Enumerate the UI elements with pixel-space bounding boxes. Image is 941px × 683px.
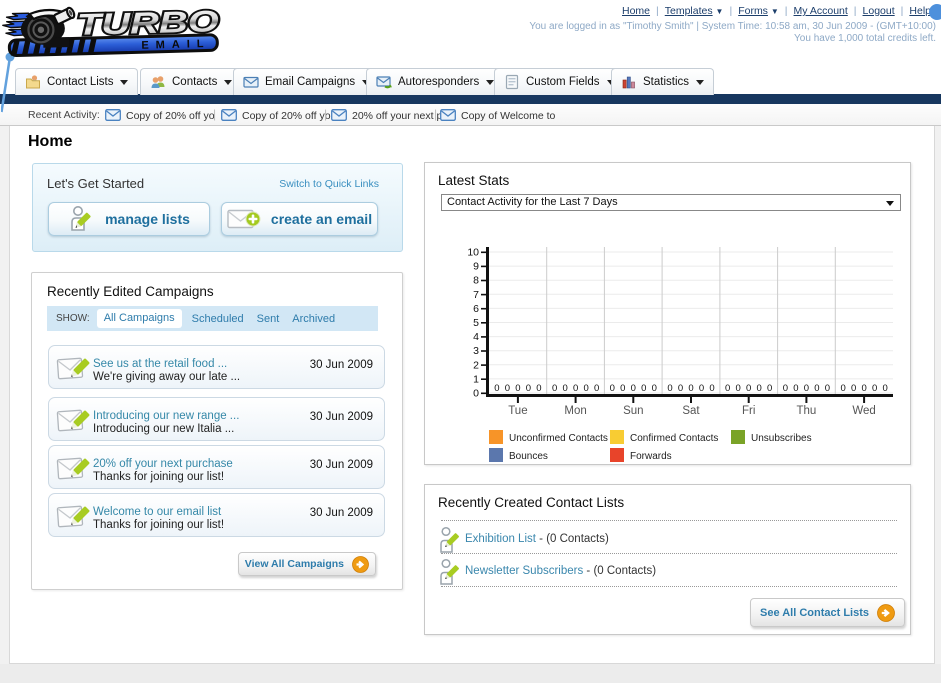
svg-text:0: 0 [783,383,788,394]
svg-text:3: 3 [473,345,479,357]
svg-text:0: 0 [536,383,541,394]
svg-text:7: 7 [473,289,479,301]
svg-text:0: 0 [736,383,741,394]
svg-text:0: 0 [620,383,625,394]
svg-text:0: 0 [494,383,499,394]
svg-text:0: 0 [678,383,683,394]
svg-text:Tue: Tue [508,405,527,417]
svg-text:0: 0 [767,383,772,394]
svg-text:0: 0 [505,383,510,394]
svg-text:9: 9 [473,261,479,273]
svg-text:Unconfirmed Contacts: Unconfirmed Contacts [509,433,608,444]
svg-text:0: 0 [814,383,819,394]
svg-text:Mon: Mon [564,405,586,417]
svg-text:0: 0 [699,383,704,394]
svg-text:0: 0 [725,383,730,394]
svg-text:Sun: Sun [623,405,643,417]
svg-text:0: 0 [652,383,657,394]
svg-text:Sat: Sat [682,405,700,417]
svg-text:0: 0 [825,383,830,394]
svg-text:0: 0 [473,388,479,400]
svg-text:5: 5 [473,317,479,329]
svg-text:0: 0 [515,383,520,394]
svg-text:Thu: Thu [796,405,816,417]
svg-text:0: 0 [667,383,672,394]
svg-text:0: 0 [562,383,567,394]
svg-text:0: 0 [793,383,798,394]
svg-text:0: 0 [631,383,636,394]
svg-text:0: 0 [573,383,578,394]
svg-text:0: 0 [872,383,877,394]
svg-text:EMAIL: EMAIL [141,38,211,52]
svg-text:0: 0 [840,383,845,394]
svg-text:0: 0 [688,383,693,394]
svg-text:0: 0 [851,383,856,394]
svg-text:0: 0 [583,383,588,394]
svg-text:Forwards: Forwards [630,451,672,462]
svg-text:Bounces: Bounces [509,451,548,462]
svg-text:Wed: Wed [852,405,875,417]
svg-text:4: 4 [473,331,479,343]
svg-text:0: 0 [804,383,809,394]
svg-text:0: 0 [746,383,751,394]
svg-text:0: 0 [641,383,646,394]
svg-text:Confirmed Contacts: Confirmed Contacts [630,433,718,444]
svg-text:0: 0 [861,383,866,394]
svg-text:0: 0 [594,383,599,394]
svg-text:6: 6 [473,303,479,315]
svg-text:10: 10 [467,247,479,259]
svg-text:0: 0 [610,383,615,394]
svg-text:8: 8 [473,275,479,287]
svg-text:0: 0 [757,383,762,394]
svg-text:Unsubscribes: Unsubscribes [751,433,812,444]
svg-text:0: 0 [709,383,714,394]
svg-text:0: 0 [882,383,887,394]
svg-text:Fri: Fri [742,405,755,417]
svg-text:TURBO: TURBO [76,5,219,42]
svg-text:2: 2 [473,359,479,371]
svg-text:1: 1 [473,373,479,385]
svg-text:0: 0 [552,383,557,394]
svg-text:0: 0 [526,383,531,394]
